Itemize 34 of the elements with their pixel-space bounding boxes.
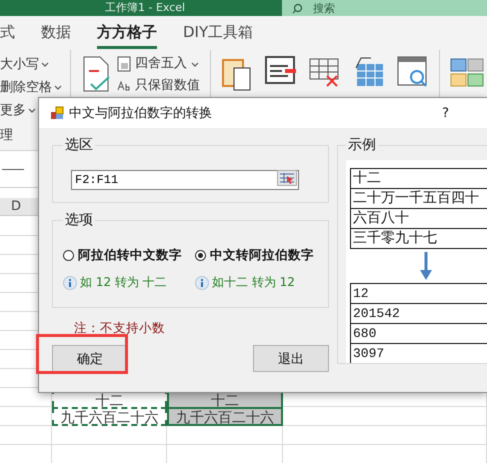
column-header[interactable]: D — [11, 199, 22, 214]
table-cell: 九千六百二十六 — [167, 407, 283, 426]
ribbon-menu-item[interactable]: 大小写 — [0, 53, 49, 76]
note-text: 注：不支持小数 — [74, 320, 166, 337]
dialog-button[interactable]: 退出 — [253, 345, 329, 372]
group-label: 理 — [0, 127, 13, 144]
table-cell: 12 — [351, 284, 487, 304]
table-cell-text: 三千零九十七 — [352, 229, 438, 248]
dialog-button[interactable]: 确定 — [52, 345, 128, 372]
table-cell: 680 — [351, 324, 487, 344]
ribbon-tab[interactable]: 式 — [0, 17, 15, 49]
table-cell-text: 3097 — [352, 345, 386, 363]
ribbon-menu-item[interactable]: 四舍五入 — [117, 54, 200, 74]
group-title: 选项 — [64, 211, 94, 229]
table-cell: 十二 — [351, 169, 487, 189]
ribbon-menu-item[interactable]: 只保留数值 — [117, 76, 200, 96]
window-title: 工作簿1 - Excel — [105, 0, 186, 16]
ribbon-tab[interactable]: 数据 — [41, 17, 71, 49]
hint-text: 如 12 转为 十二 — [63, 274, 195, 291]
group-title: 选区 — [64, 136, 94, 154]
ribbon-tab[interactable]: DIY工具箱 — [183, 17, 254, 49]
help-button[interactable]: ? — [442, 106, 449, 120]
ribbon-menu-item[interactable]: 更多 — [0, 99, 36, 122]
group-title: 示例 — [347, 137, 377, 154]
radio-option[interactable]: 阿拉伯转中文数字 — [63, 247, 195, 264]
hint-text: 如十二 转为 12 — [195, 274, 318, 291]
radio-option[interactable]: 中文转阿拉伯数字 — [195, 247, 318, 264]
table-cell: 二十万一千五百四十 — [351, 189, 487, 209]
table-cell: 201542 — [351, 304, 487, 324]
range-input-field[interactable]: F2:F11 — [71, 170, 299, 190]
dialog-title: 中文与阿拉伯数字的转换 — [69, 105, 212, 122]
ribbon-menu-item[interactable]: 删除空格 — [0, 76, 62, 99]
table-cell: 六百八十 — [351, 209, 487, 229]
search-field[interactable]: 搜索 — [282, 0, 487, 16]
